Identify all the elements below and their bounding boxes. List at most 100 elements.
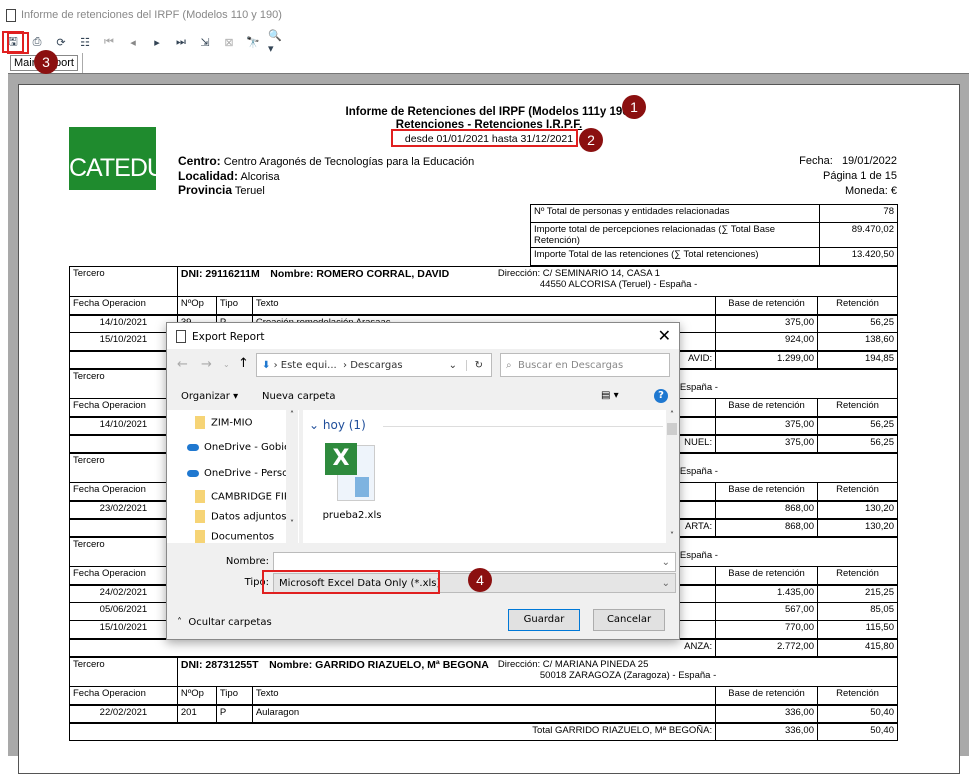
nav-item[interactable]: Datos adjuntos (195, 510, 295, 523)
annotation-badge: 1 (622, 95, 646, 119)
col-base: Base de retención (715, 296, 818, 315)
total-label: ANZA: (68, 638, 717, 657)
highlight-export (7, 32, 29, 54)
chevron-down-icon[interactable]: ⌄ (662, 578, 670, 589)
search-input[interactable]: ⌕ Buscar en Descargas (500, 353, 670, 377)
provincia-value: Teruel (234, 185, 265, 197)
base-retencion: 770,00 (715, 620, 818, 639)
total-retencion: 50,40 (817, 722, 898, 741)
summary-value: 13.420,50 (819, 247, 898, 266)
close-icon[interactable]: ✕ (658, 326, 671, 345)
last-page-icon[interactable]: ⏭ (172, 33, 190, 51)
centro-value: Centro Aragonés de Tecnologías para la E… (223, 156, 475, 168)
back-icon[interactable]: ← (177, 357, 188, 372)
file-name: prueba2.xls (322, 510, 382, 521)
base-retencion: 567,00 (715, 602, 818, 621)
fecha-operacion: 14/10/2021 (69, 314, 178, 333)
chevron-up-icon[interactable]: ˄ (177, 617, 182, 628)
nav-scrollbar[interactable]: ˄ ˅ (286, 410, 298, 543)
retencion: 130,20 (817, 500, 898, 519)
col-retencion: Retención (817, 686, 898, 705)
stop-icon[interactable]: ⊠ (220, 33, 238, 51)
nav-item-label: Datos adjuntos (211, 511, 287, 523)
recent-dropdown-icon[interactable]: ⌄ (223, 360, 230, 369)
help-icon[interactable]: ? (654, 389, 668, 403)
window-titlebar: Informe de retenciones del IRPF (Modelos… (0, 0, 969, 30)
file-scrollbar[interactable]: ˄ ˅ (666, 410, 678, 543)
total-base: 375,00 (715, 434, 818, 453)
collapse-icon[interactable]: ⌄ (309, 418, 319, 432)
fecha-operacion: 24/02/2021 (69, 584, 178, 603)
nav-item[interactable]: OneDrive - Persor (187, 468, 287, 479)
file-item[interactable]: X prueba2.xls (317, 443, 387, 521)
refresh-icon[interactable]: ↻ (465, 359, 483, 371)
view-options-icon[interactable]: ▤ ▾ (601, 390, 619, 401)
col-fecha: Fecha Operacion (69, 398, 178, 417)
summary-row: Importe total de percepciones relacionad… (530, 222, 898, 248)
nav-item[interactable]: OneDrive - Gobier (187, 442, 287, 453)
nav-item-label: OneDrive - Persor (204, 468, 287, 479)
new-folder-button[interactable]: Nueva carpeta (262, 391, 335, 402)
total-base: 336,00 (715, 722, 818, 741)
logo-text: CATEDU (69, 154, 165, 182)
nav-item[interactable]: Documentos (195, 530, 295, 543)
annotation-badge: 3 (34, 50, 58, 74)
summary-label: Nº Total de personas y entidades relacio… (530, 204, 820, 223)
highlight-file-type (262, 570, 440, 594)
centro-label: Centro: (178, 154, 221, 168)
organize-menu[interactable]: Organizar ▾ (181, 391, 238, 402)
retencion: 56,25 (817, 314, 898, 333)
tree-icon[interactable]: ☷ (76, 33, 94, 51)
refresh-icon[interactable]: ⟳ (52, 33, 70, 51)
print-icon[interactable]: ⎙ (28, 33, 46, 51)
table-row: 22/02/2021 201 P Aularagon 336,00 50,40 (69, 704, 898, 723)
base-retencion: 375,00 (715, 416, 818, 435)
window-title: Informe de retenciones del IRPF (Modelos… (21, 9, 282, 21)
breadcrumb-item[interactable]: Este equi... (281, 360, 337, 371)
tercero-label: Tercero (69, 368, 178, 399)
dialog-title: Export Report (192, 330, 265, 343)
forward-icon[interactable]: → (201, 357, 212, 372)
document-icon (176, 330, 186, 343)
currency: Moneda: € (845, 185, 897, 197)
col-base: Base de retención (715, 398, 818, 417)
chevron-down-icon[interactable]: ⌄ (662, 557, 670, 568)
up-icon[interactable]: ↑ (238, 356, 249, 371)
direccion-ciudad: España - (679, 465, 718, 477)
total-retencion: 56,25 (817, 434, 898, 453)
first-page-icon[interactable]: ⏮ (100, 33, 118, 51)
retencion: 138,60 (817, 332, 898, 351)
total-base: 1.299,00 (715, 350, 818, 369)
breadcrumb-item[interactable]: Descargas (350, 360, 402, 371)
zoom-icon[interactable]: 🔍▾ (268, 30, 286, 55)
nav-item[interactable]: ZIM-MIO (195, 416, 295, 429)
col-nop: NºOp (176, 686, 217, 705)
summary-table: Nº Total de personas y entidades relacio… (530, 204, 898, 266)
col-texto: Texto (251, 296, 717, 315)
nav-item-label: Documentos (211, 531, 275, 543)
total-retencion: 415,80 (817, 638, 898, 657)
next-page-icon[interactable]: ▸ (148, 33, 166, 51)
annotation-badge: 2 (579, 128, 603, 152)
save-button[interactable]: Guardar (508, 609, 580, 631)
nav-item-label: OneDrive - Gobier (204, 442, 287, 453)
prev-page-icon[interactable]: ◂ (124, 33, 142, 51)
fecha-operacion: 05/06/2021 (69, 602, 178, 621)
base-retencion: 375,00 (715, 314, 818, 333)
chevron-down-icon[interactable]: ⌄ (449, 360, 457, 371)
tercero-label: Tercero (69, 536, 178, 567)
hide-folders-toggle[interactable]: Ocultar carpetas (188, 617, 271, 628)
highlight-period (391, 129, 578, 147)
retencion: 215,25 (817, 584, 898, 603)
address-bar[interactable]: ⬇ › Este equi... › Descargas ⌄ ↻ (256, 353, 492, 377)
cancel-button[interactable]: Cancelar (593, 609, 665, 631)
folder-icon (195, 416, 205, 429)
goto-page-icon[interactable]: ⇲ (196, 33, 214, 51)
direccion-ciudad: España - (679, 381, 718, 393)
direccion-ciudad: 50018 ZARAGOZA (Zaragoza) - España - (539, 669, 717, 681)
search-icon[interactable]: 🔭 (244, 33, 262, 51)
fecha-value: 19/01/2022 (841, 155, 897, 167)
dni: DNI: 28731255T (180, 658, 259, 671)
fecha-operacion: 15/10/2021 (69, 332, 178, 351)
nav-item[interactable]: CAMBRIDGE FIR (195, 490, 295, 503)
